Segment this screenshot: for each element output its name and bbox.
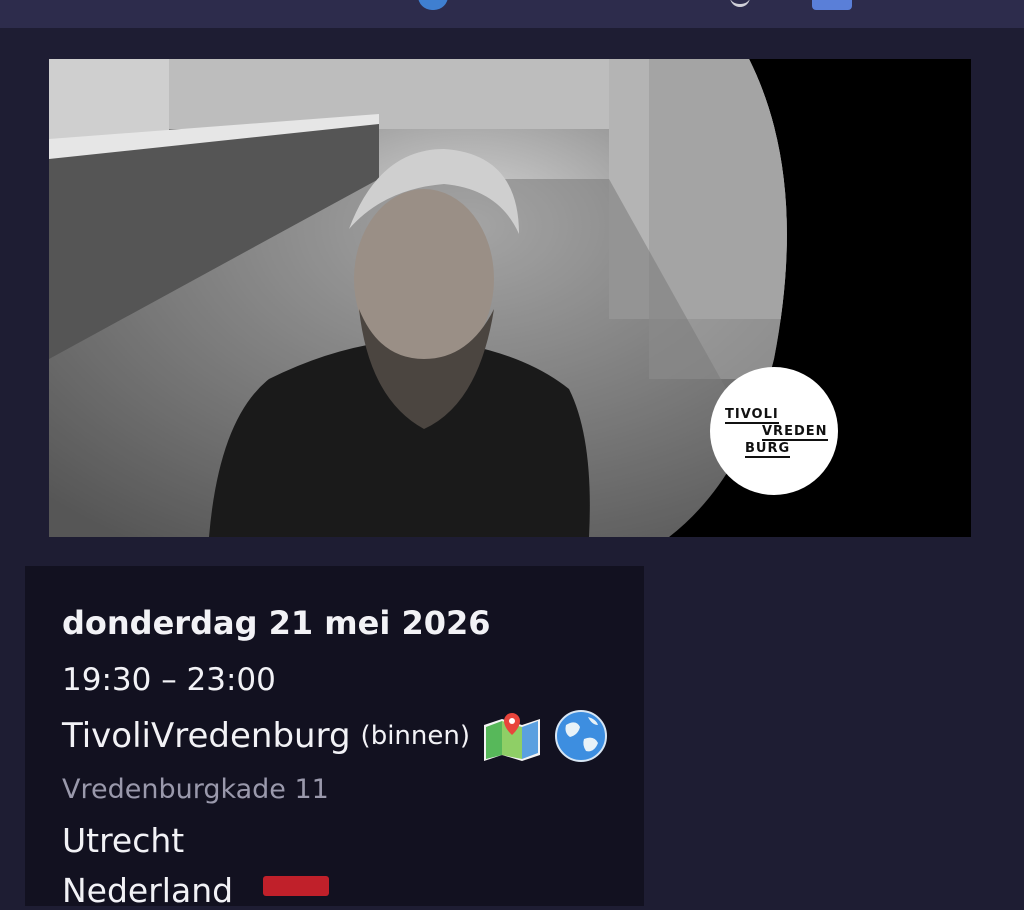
globe-icon[interactable] — [554, 709, 608, 763]
country: Nederland — [62, 871, 234, 910]
venue-name[interactable]: TivoliVredenburg — [62, 716, 351, 756]
globe-icon[interactable] — [418, 0, 448, 10]
map-icon[interactable] — [482, 711, 542, 761]
city: Utrecht — [62, 821, 185, 860]
event-date: donderdag 21 mei 2026 — [62, 604, 491, 642]
event-time: 19:30 – 23:00 — [62, 662, 276, 698]
top-bar — [0, 0, 1024, 28]
venue-logo: TIVOLI VREDEN BURG — [710, 367, 838, 495]
logo-line-1: TIVOLI — [725, 407, 779, 424]
logo-line-3: BURG — [745, 441, 791, 458]
venue-row: TivoliVredenburg (binnen) — [62, 709, 608, 763]
venue-qualifier: (binnen) — [360, 721, 470, 751]
chevron-icon[interactable] — [730, 0, 750, 7]
logo-line-2: VREDEN — [762, 424, 828, 441]
flag-icon — [263, 876, 329, 896]
event-banner: TIVOLI VREDEN BURG — [49, 59, 971, 537]
share-icon[interactable] — [812, 0, 852, 10]
street-address: Vredenburgkade 11 — [62, 774, 329, 805]
event-details-card: donderdag 21 mei 2026 19:30 – 23:00 Tivo… — [25, 566, 644, 910]
artist-photo — [49, 59, 971, 537]
